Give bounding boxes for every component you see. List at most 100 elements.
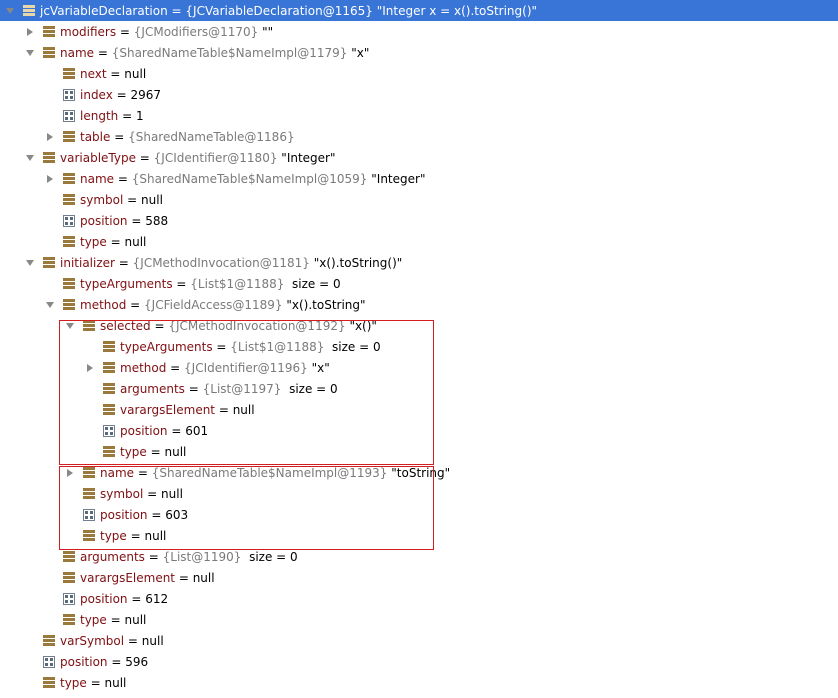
object-icon bbox=[43, 634, 55, 646]
equals-sign: = bbox=[106, 234, 125, 249]
collapse-arrow-icon[interactable] bbox=[24, 147, 36, 168]
tree-row-type[interactable]: type = null bbox=[0, 672, 838, 693]
tree-row-position[interactable]: position = 612 bbox=[0, 588, 838, 609]
object-icon bbox=[63, 277, 75, 289]
collapse-arrow-icon[interactable] bbox=[24, 252, 36, 273]
variable-type: {JCFieldAccess@1189} bbox=[144, 297, 283, 312]
tree-row-position[interactable]: position = 588 bbox=[0, 210, 838, 231]
highlight-box-name bbox=[59, 466, 434, 550]
tree-row-index[interactable]: index = 2967 bbox=[0, 84, 838, 105]
equals-sign: = bbox=[175, 570, 193, 585]
variable-value: size = 0 bbox=[288, 276, 341, 291]
tree-row-modifiers[interactable]: modifiers = {JCModifiers@1170} "" bbox=[0, 21, 838, 42]
variable-name: modifiers bbox=[60, 24, 117, 39]
equals-sign: = bbox=[126, 297, 145, 312]
variable-value: "Integer x = x().toString()" bbox=[376, 3, 538, 18]
variable-value: "Integer" bbox=[281, 150, 336, 165]
variable-name: type bbox=[80, 612, 107, 627]
primitive-icon bbox=[63, 592, 75, 605]
tree-row-name[interactable]: name = {SharedNameTable$NameImpl@1059} "… bbox=[0, 168, 838, 189]
tree-row-typeArguments[interactable]: typeArguments = {List$1@1188} size = 0 bbox=[0, 273, 838, 294]
variable-name: position bbox=[60, 654, 108, 669]
collapse-arrow-icon[interactable] bbox=[44, 294, 56, 315]
expand-arrow-icon[interactable] bbox=[44, 168, 56, 189]
variable-value: "x" bbox=[351, 45, 370, 60]
primitive-icon bbox=[63, 109, 75, 122]
variable-value: size = 0 bbox=[245, 549, 298, 564]
variable-name: jcVariableDeclaration bbox=[40, 3, 168, 18]
equals-sign: = bbox=[114, 171, 132, 186]
tree-row-initializer[interactable]: initializer = {JCMethodInvocation@1181} … bbox=[0, 252, 838, 273]
variable-name: name bbox=[80, 171, 115, 186]
tree-row-method[interactable]: method = {JCFieldAccess@1189} "x().toStr… bbox=[0, 294, 838, 315]
tree-row-symbol[interactable]: symbol = null bbox=[0, 189, 838, 210]
equals-sign: = bbox=[144, 549, 163, 564]
object-icon bbox=[63, 298, 75, 310]
tree-row-jcVariableDeclaration[interactable]: jcVariableDeclaration = {JCVariableDecla… bbox=[0, 0, 838, 21]
equals-sign: = bbox=[107, 654, 126, 669]
object-icon bbox=[43, 25, 55, 37]
object-icon bbox=[63, 172, 75, 184]
variable-value: 596 bbox=[125, 654, 149, 669]
tree-row-name[interactable]: name = {SharedNameTable$NameImpl@1179} "… bbox=[0, 42, 838, 63]
primitive-icon bbox=[43, 655, 55, 668]
object-icon bbox=[43, 676, 55, 688]
variable-name: varSymbol bbox=[60, 633, 125, 648]
variable-type: {List@1190} bbox=[162, 549, 242, 564]
object-icon bbox=[63, 67, 75, 79]
variable-name: position bbox=[80, 213, 128, 228]
tree-row-length[interactable]: length = 1 bbox=[0, 105, 838, 126]
variable-value: 1 bbox=[135, 108, 144, 123]
equals-sign: = bbox=[172, 276, 191, 291]
variable-value: 588 bbox=[145, 213, 169, 228]
variable-type: {JCVariableDeclaration@1165} bbox=[185, 3, 373, 18]
variable-type: {JCIdentifier@1180} bbox=[153, 150, 278, 165]
variable-name: type bbox=[80, 234, 107, 249]
variable-value: null bbox=[124, 612, 147, 627]
primitive-icon bbox=[63, 214, 75, 227]
tree-row-position[interactable]: position = 596 bbox=[0, 651, 838, 672]
equals-sign: = bbox=[123, 192, 142, 207]
collapse-arrow-icon[interactable] bbox=[4, 0, 16, 21]
object-icon bbox=[63, 235, 75, 247]
tree-row-varargsElement[interactable]: varargsElement = null bbox=[0, 567, 838, 588]
variable-name: length bbox=[80, 108, 119, 123]
expand-arrow-icon[interactable] bbox=[24, 21, 36, 42]
variable-value: 2967 bbox=[130, 87, 162, 102]
tree-row-varSymbol[interactable]: varSymbol = null bbox=[0, 630, 838, 651]
equals-sign: = bbox=[106, 612, 125, 627]
highlight-box-selected bbox=[59, 320, 434, 465]
variable-name: next bbox=[80, 66, 107, 81]
variable-type: {JCMethodInvocation@1181} bbox=[132, 255, 310, 270]
variable-name: initializer bbox=[60, 255, 115, 270]
equals-sign: = bbox=[118, 108, 136, 123]
tree-row-type[interactable]: type = null bbox=[0, 609, 838, 630]
tree-row-table[interactable]: table = {SharedNameTable@1186} bbox=[0, 126, 838, 147]
variable-type: {SharedNameTable@1186} bbox=[128, 129, 295, 144]
equals-sign: = bbox=[167, 3, 186, 18]
object-icon bbox=[63, 130, 75, 142]
equals-sign: = bbox=[127, 591, 146, 606]
object-icon bbox=[63, 613, 75, 625]
object-icon bbox=[23, 4, 35, 16]
variable-value: null bbox=[192, 570, 215, 585]
tree-row-next[interactable]: next = null bbox=[0, 63, 838, 84]
variable-value: null bbox=[104, 675, 127, 690]
variable-name: varargsElement bbox=[80, 570, 176, 585]
expand-arrow-icon[interactable] bbox=[44, 126, 56, 147]
equals-sign: = bbox=[86, 675, 105, 690]
equals-sign: = bbox=[106, 66, 125, 81]
collapse-arrow-icon[interactable] bbox=[24, 42, 36, 63]
object-icon bbox=[63, 571, 75, 583]
variable-name: position bbox=[80, 591, 128, 606]
variable-name: variableType bbox=[60, 150, 136, 165]
tree-row-type[interactable]: type = null bbox=[0, 231, 838, 252]
equals-sign: = bbox=[114, 255, 133, 270]
variable-name: symbol bbox=[80, 192, 124, 207]
variable-type: {JCModifiers@1170} bbox=[133, 24, 259, 39]
variable-name: index bbox=[80, 87, 113, 102]
tree-row-variableType[interactable]: variableType = {JCIdentifier@1180} "Inte… bbox=[0, 147, 838, 168]
equals-sign: = bbox=[127, 213, 146, 228]
primitive-icon bbox=[63, 88, 75, 101]
variable-value: null bbox=[124, 234, 147, 249]
